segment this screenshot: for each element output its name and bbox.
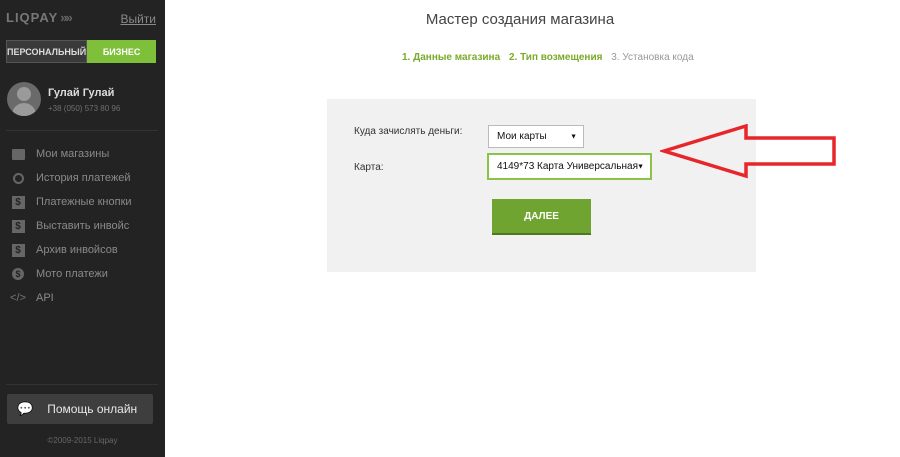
- step-shop-data[interactable]: 1. Данные магазина: [402, 52, 500, 63]
- copyright: ©2009-2015 Liqpay: [47, 436, 118, 445]
- sidebar-item-label: Платежные кнопки: [36, 196, 132, 208]
- destination-select-value: Мои карты: [497, 131, 547, 142]
- chat-icon: 💬: [17, 401, 34, 416]
- avatar: [7, 82, 41, 116]
- chevron-down-icon: ▼: [570, 133, 577, 140]
- step-refund-type[interactable]: 2. Тип возмещения: [509, 52, 603, 63]
- sidebar-item-my-shops[interactable]: Мои магазины: [10, 142, 132, 166]
- sidebar-item-label: API: [36, 292, 54, 304]
- card-select-value: 4149*73 Карта Универсальная: [497, 161, 639, 172]
- destination-select[interactable]: Мои карты ▼: [488, 125, 584, 148]
- annotation-arrow-icon: [660, 124, 836, 179]
- help-online-button[interactable]: 💬 Помощь онлайн: [7, 394, 153, 424]
- sidebar-item-payment-buttons[interactable]: $ Платежные кнопки: [10, 190, 132, 214]
- chevrons-icon: »»: [60, 10, 73, 25]
- user-phone: +38 (050) 573 80 96: [48, 104, 121, 113]
- dollar-icon: $: [10, 195, 26, 209]
- dollar-icon: $: [10, 243, 26, 257]
- dollar-icon: $: [10, 219, 26, 233]
- help-online-label: Помощь онлайн: [47, 402, 138, 416]
- sidebar-item-invoice-archive[interactable]: $ Архив инвойсов: [10, 238, 132, 262]
- history-icon: [10, 171, 26, 185]
- sidebar-item-label: Архив инвойсов: [36, 244, 118, 256]
- page-title: Мастер создания магазина: [425, 11, 615, 28]
- card-label: Карта:: [354, 162, 384, 173]
- sidebar-item-api[interactable]: </> API: [10, 286, 132, 310]
- logout-link[interactable]: Выйти: [120, 12, 156, 26]
- sidebar-item-label: Выставить инвойс: [36, 220, 130, 232]
- step-install-code: 3. Установка кода: [611, 52, 694, 63]
- sidebar-item-invoice[interactable]: $ Выставить инвойс: [10, 214, 132, 238]
- tab-personal[interactable]: ПЕРСОНАЛЬНЫЙ: [6, 40, 88, 63]
- sidebar-item-label: Мои магазины: [36, 148, 110, 160]
- sidebar-item-moto-payments[interactable]: $ Мото платежи: [10, 262, 132, 286]
- destination-label: Куда зачислять деньги:: [354, 126, 463, 137]
- tab-business[interactable]: БИЗНЕС: [87, 40, 156, 63]
- sidebar: LIQPAY»» Выйти ПЕРСОНАЛЬНЫЙ БИЗНЕС Гулай…: [0, 0, 165, 457]
- user-name: Гулай Гулай: [48, 87, 115, 99]
- wizard-steps: 1. Данные магазина 2. Тип возмещения 3. …: [402, 52, 700, 63]
- coin-icon: $: [10, 267, 26, 281]
- divider: [6, 384, 158, 385]
- card-select[interactable]: 4149*73 Карта Универсальная ▼: [487, 153, 652, 180]
- next-button[interactable]: ДАЛЕЕ: [492, 199, 591, 233]
- liqpay-logo[interactable]: LIQPAY»»: [6, 10, 73, 25]
- divider: [6, 130, 158, 131]
- account-type-tabs: ПЕРСОНАЛЬНЫЙ БИЗНЕС: [6, 40, 156, 63]
- sidebar-nav: Мои магазины История платежей $ Платежны…: [10, 142, 132, 310]
- code-icon: </>: [10, 292, 26, 304]
- sidebar-item-label: Мото платежи: [36, 268, 108, 280]
- chevron-down-icon: ▼: [637, 163, 644, 170]
- user-profile: Гулай Гулай +38 (050) 573 80 96: [7, 82, 120, 116]
- sidebar-item-payment-history[interactable]: История платежей: [10, 166, 132, 190]
- sidebar-item-label: История платежей: [36, 172, 131, 184]
- shop-icon: [10, 147, 26, 161]
